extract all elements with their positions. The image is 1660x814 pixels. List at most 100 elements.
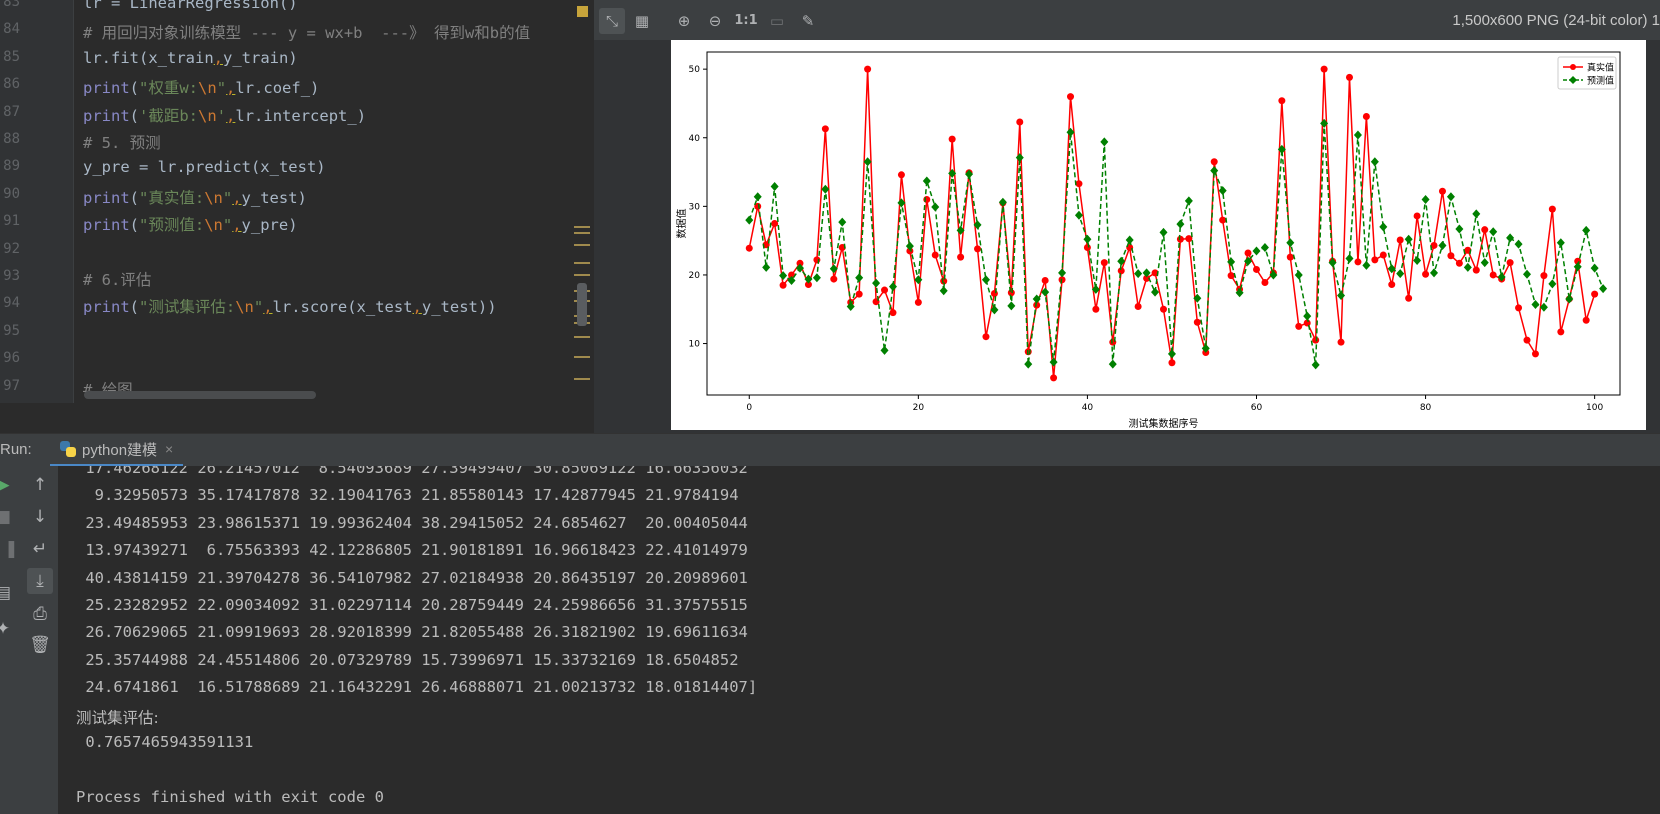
actual-size-button[interactable]: 1:1 [733, 8, 759, 34]
line-number: 97 [3, 377, 20, 394]
color-picker-icon[interactable]: ✎ [795, 8, 821, 34]
grid-icon[interactable]: ▦ [629, 8, 655, 34]
data-point-predicted [829, 264, 838, 274]
data-point-predicted [922, 176, 931, 186]
clear-all-icon[interactable]: 🗑 [27, 632, 53, 658]
data-point-actual [1413, 212, 1421, 220]
data-point-predicted [1599, 284, 1608, 294]
marker[interactable] [574, 336, 590, 338]
pause-icon[interactable]: ❚❚ [0, 536, 19, 562]
data-point-predicted [872, 278, 881, 288]
data-point-actual [1582, 316, 1590, 324]
console-line: 测试集评估: [76, 708, 159, 727]
pin-icon[interactable]: ✦ [0, 616, 16, 642]
code-line[interactable]: print("权重w:\n",lr.coef_) [83, 76, 319, 98]
code-line[interactable]: # 用回归对象训练模型 --- y = wx+b ---》 得到w和b的值 [83, 21, 530, 43]
run-label: Run: [0, 441, 32, 458]
data-point-predicted [939, 286, 948, 296]
editor-marker-bar[interactable] [573, 0, 592, 403]
data-point-predicted [1421, 194, 1430, 204]
warning-indicator-icon[interactable] [576, 5, 589, 18]
zoom-in-icon[interactable]: ⊕ [671, 8, 697, 34]
console-line: 0.7657465943591131 [76, 733, 254, 751]
code-editor[interactable]: 83 84 85 86 87 88 89 90 91 92 93 94 95 96 97 lr = Line… [0, 0, 592, 403]
console-line: 40.43814159 21.39704278 36.54107982 27.0… [76, 568, 748, 587]
data-point-actual [1075, 180, 1083, 188]
stop-icon[interactable]: ■ [0, 504, 16, 530]
layout-icon[interactable]: ▤ [0, 580, 16, 606]
data-point-actual [957, 253, 965, 261]
data-point-actual [779, 281, 787, 289]
data-point-actual [1396, 236, 1404, 244]
code-line[interactable]: lr.fit(x_train,y_train) [83, 49, 298, 67]
data-point-actual [1210, 158, 1218, 166]
data-point-predicted [1404, 234, 1413, 244]
marker[interactable] [574, 226, 590, 228]
marker[interactable] [574, 244, 590, 246]
data-point-actual [1219, 216, 1227, 224]
data-point-predicted [1523, 269, 1532, 279]
tab-python-run[interactable]: python建模 × [50, 434, 184, 467]
data-point-actual [1379, 251, 1387, 259]
data-point-actual [1261, 278, 1269, 286]
data-point-predicted [1582, 225, 1591, 235]
data-point-predicted [1218, 186, 1227, 196]
data-point-predicted [812, 273, 821, 283]
data-point-predicted [1286, 238, 1295, 248]
data-point-predicted [998, 197, 1007, 207]
console-line: Process finished with exit code 0 [76, 787, 384, 806]
code-line[interactable]: print("测试集评估:\n",lr.score(x_test,y_test)… [83, 295, 497, 317]
data-point-actual [1016, 118, 1024, 126]
code-line[interactable]: print('截距b:\n',lr.intercept_) [83, 104, 366, 126]
data-point-predicted [1556, 238, 1565, 248]
editor-vertical-scroll-thumb[interactable] [577, 283, 587, 326]
data-point-actual [889, 309, 897, 317]
y-tick-label: 20 [689, 271, 701, 281]
marker[interactable] [574, 262, 590, 264]
zoom-to-fit-icon[interactable]: ⤡ [599, 8, 625, 34]
zoom-out-icon[interactable]: ⊖ [702, 8, 728, 34]
gutter-separator [73, 0, 74, 403]
rerun-icon[interactable]: ▶ [0, 472, 16, 498]
marker[interactable] [574, 232, 590, 234]
legend-label: 预测值 [1587, 75, 1614, 87]
scroll-down-icon[interactable]: ↓ [27, 504, 53, 530]
code-line[interactable]: y_pre = lr.predict(x_test) [83, 158, 326, 176]
code-line[interactable]: print("预测值:\n",y_pre) [83, 213, 298, 235]
marker[interactable] [574, 356, 590, 358]
marker[interactable] [574, 274, 590, 276]
soft-wrap-icon[interactable]: ↵ [27, 536, 53, 562]
print-icon[interactable]: ⎙ [27, 601, 53, 627]
console-line: 13.97439271 6.75563393 42.12286805 21.90… [76, 541, 748, 560]
line-number: 87 [3, 103, 20, 120]
code-line[interactable]: # 5. 预测 [83, 131, 161, 153]
code-line[interactable]: lr = LinearRegression() [83, 0, 298, 12]
series-line-1 [748, 123, 1604, 365]
data-point-predicted [1362, 260, 1371, 270]
data-point-actual [745, 244, 753, 252]
data-point-actual [1531, 350, 1539, 358]
x-tick-label: 60 [1251, 403, 1263, 413]
data-point-predicted [745, 215, 754, 225]
data-point-actual [1481, 226, 1489, 234]
data-point-predicted [1446, 192, 1455, 202]
data-point-actual [1489, 271, 1497, 279]
close-tab-icon[interactable]: × [165, 441, 173, 457]
data-point-actual [1092, 305, 1100, 313]
image-viewer-toolbar: ⤡ ▦ ⊕ ⊖ 1:1 ▭ ✎ 1,500x600 PNG (24-bit co… [594, 0, 1660, 40]
scroll-to-end-icon[interactable]: ⤓ [27, 568, 53, 594]
code-line[interactable]: print("真实值:\n",y_test) [83, 186, 307, 208]
editor-horizontal-scrollbar[interactable] [84, 391, 316, 399]
legend-marker [1570, 64, 1576, 70]
marker[interactable] [574, 378, 590, 380]
run-console-output[interactable]: 17.46268122 26.21457012 8.54093689 27.39… [58, 466, 1660, 814]
code-line[interactable]: # 6.评估 [83, 268, 151, 290]
data-point-actual [1447, 252, 1455, 260]
data-point-predicted [1159, 227, 1168, 237]
data-point-actual [1591, 290, 1599, 298]
background-toggle-icon[interactable]: ▭ [764, 8, 790, 34]
chart-image: 0 20 40 60 80 100 10 20 30 40 50 测试集数据序号 数据值 真实值 预测值 [671, 40, 1646, 430]
scroll-up-icon[interactable]: ↑ [27, 472, 53, 498]
data-point-actual [1286, 253, 1294, 261]
data-point-predicted [1573, 262, 1582, 272]
